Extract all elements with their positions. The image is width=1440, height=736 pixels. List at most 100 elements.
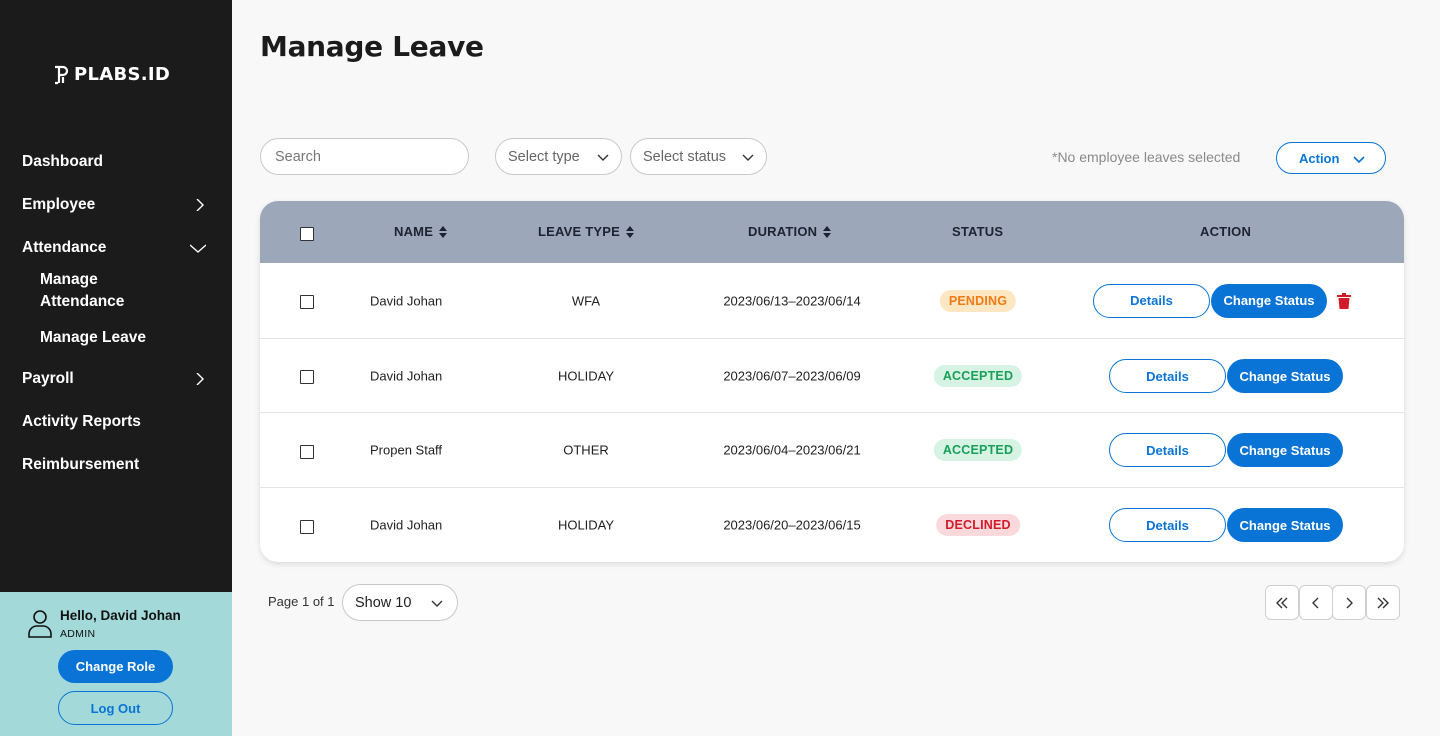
table-row: Propen Staff OTHER 2023/06/04–2023/06/21… [260, 412, 1404, 487]
sidebar-item-label: Activity Reports [22, 412, 141, 430]
sidebar-item-label: Dashboard [22, 152, 103, 170]
logout-button[interactable]: Log Out [58, 691, 173, 725]
leave-duration: 2023/06/04–2023/06/21 [723, 442, 861, 458]
sidebar-item-label: Employee [22, 195, 96, 213]
sidebar-subitem-manage-leave[interactable]: Manage Leave [0, 327, 232, 349]
sidebar-item-dashboard[interactable]: Dashboard [0, 140, 232, 183]
column-header-duration[interactable]: DURATION [748, 224, 832, 239]
leave-duration: 2023/06/20–2023/06/15 [723, 517, 861, 533]
next-page-button[interactable] [1332, 585, 1366, 620]
details-button[interactable]: Details [1109, 508, 1226, 542]
brand-logo[interactable]: PLABS.ID [53, 63, 170, 85]
first-page-button[interactable] [1265, 585, 1299, 620]
leave-table: NAME LEAVE TYPE DURATION STATUS ACTION D… [260, 201, 1404, 562]
brand-name: PLABS.ID [74, 63, 171, 85]
status-select-placeholder: Select status [643, 148, 727, 165]
details-button[interactable]: Details [1109, 359, 1226, 393]
type-select-placeholder: Select type [508, 148, 580, 165]
leave-type: HOLIDAY [557, 368, 615, 384]
chevron-down-icon [742, 154, 754, 161]
sort-icon [625, 225, 634, 238]
chevron-down-icon [597, 154, 609, 161]
status-badge: PENDING [939, 289, 1017, 312]
type-select[interactable]: Select type [495, 138, 622, 175]
chevron-down-icon [431, 600, 443, 607]
user-icon [28, 610, 52, 638]
change-status-button[interactable]: Change Status [1227, 508, 1343, 542]
chevron-right-icon [196, 198, 204, 211]
employee-name: David Johan [370, 293, 443, 308]
double-chevron-left-icon [1276, 597, 1288, 608]
bulk-action-label: Action [1299, 150, 1340, 166]
column-header-label: NAME [394, 224, 434, 239]
sidebar-item-payroll[interactable]: Payroll [0, 357, 232, 400]
column-header-label: DURATION [748, 224, 818, 239]
sort-icon [439, 225, 448, 238]
sidebar-nav: Dashboard Employee Attendance Manage Att… [0, 140, 232, 486]
row-checkbox[interactable] [300, 295, 314, 309]
leave-duration: 2023/06/13–2023/06/14 [723, 293, 861, 308]
employee-name: Propen Staff [370, 442, 443, 458]
bulk-action-dropdown[interactable]: Action [1276, 142, 1386, 174]
select-all-checkbox[interactable] [300, 227, 314, 241]
row-checkbox[interactable] [300, 370, 314, 384]
sidebar-item-reimbursement[interactable]: Reimbursement [0, 443, 232, 486]
sidebar-subitem-label: Manage Attendance [40, 271, 125, 310]
table-row: David Johan HOLIDAY 2023/06/20–2023/06/1… [260, 487, 1404, 562]
sort-icon [823, 225, 832, 238]
chevron-right-icon [1346, 597, 1353, 608]
leave-type: HOLIDAY [557, 517, 615, 533]
row-checkbox[interactable] [300, 520, 314, 534]
change-status-button[interactable]: Change Status [1227, 433, 1343, 467]
sidebar-item-attendance[interactable]: Attendance [0, 226, 232, 269]
column-header-name[interactable]: NAME [394, 224, 448, 239]
page-info: Page 1 of 1 [268, 594, 335, 609]
status-badge: ACCEPTED [933, 439, 1023, 461]
search-input[interactable] [260, 138, 469, 175]
column-header-leave-type[interactable]: LEAVE TYPE [538, 224, 634, 239]
table-row: David Johan HOLIDAY 2023/06/07–2023/06/0… [260, 338, 1404, 413]
sidebar-subitem-label: Manage Leave [40, 329, 146, 346]
chevron-down-icon [190, 243, 206, 253]
sidebar-item-activity-reports[interactable]: Activity Reports [0, 400, 232, 443]
leave-duration: 2023/06/07–2023/06/09 [723, 368, 861, 384]
details-button[interactable]: Details [1093, 283, 1210, 318]
change-role-button[interactable]: Change Role [58, 650, 173, 683]
column-header-status: STATUS [952, 224, 1003, 239]
last-page-button[interactable] [1366, 585, 1400, 620]
chevron-down-icon [1353, 156, 1365, 164]
column-header-action: ACTION [1200, 224, 1251, 239]
row-checkbox[interactable] [300, 445, 314, 459]
status-select[interactable]: Select status [630, 138, 767, 175]
plabs-logo-icon [55, 65, 69, 85]
trash-icon[interactable] [1337, 292, 1351, 309]
column-header-label: STATUS [952, 224, 1004, 239]
selection-status-text: *No employee leaves selected [1052, 149, 1241, 165]
status-badge: DECLINED [936, 514, 1020, 536]
sidebar-subitem-manage-attendance[interactable]: Manage Attendance [0, 269, 124, 313]
table-row: David Johan WFA 2023/06/13–2023/06/14 PE… [260, 263, 1404, 338]
column-header-label: ACTION [1200, 224, 1252, 239]
sidebar: PLABS.ID Dashboard Employee Attendance M… [0, 0, 232, 736]
change-status-button[interactable]: Change Status [1211, 283, 1327, 318]
user-greeting: Hello, David Johan [60, 608, 181, 623]
column-header-label: LEAVE TYPE [538, 224, 620, 239]
chevron-right-icon [196, 372, 204, 385]
leave-type: WFA [571, 293, 601, 308]
sidebar-item-employee[interactable]: Employee [0, 183, 232, 226]
page-size-select[interactable]: Show 10 [342, 584, 458, 621]
page-title: Manage Leave [260, 30, 484, 63]
sidebar-item-label: Reimbursement [22, 455, 140, 473]
leave-type: OTHER [563, 442, 609, 458]
employee-name: David Johan [370, 517, 443, 533]
page-size-label: Show 10 [355, 594, 412, 611]
employee-name: David Johan [370, 368, 443, 384]
previous-page-button[interactable] [1299, 585, 1333, 620]
double-chevron-right-icon [1377, 597, 1389, 608]
status-badge: ACCEPTED [933, 365, 1023, 387]
chevron-left-icon [1312, 597, 1319, 608]
details-button[interactable]: Details [1109, 433, 1226, 467]
user-role: ADMIN [60, 628, 96, 640]
change-status-button[interactable]: Change Status [1227, 359, 1343, 393]
sidebar-item-label: Attendance [22, 238, 107, 256]
